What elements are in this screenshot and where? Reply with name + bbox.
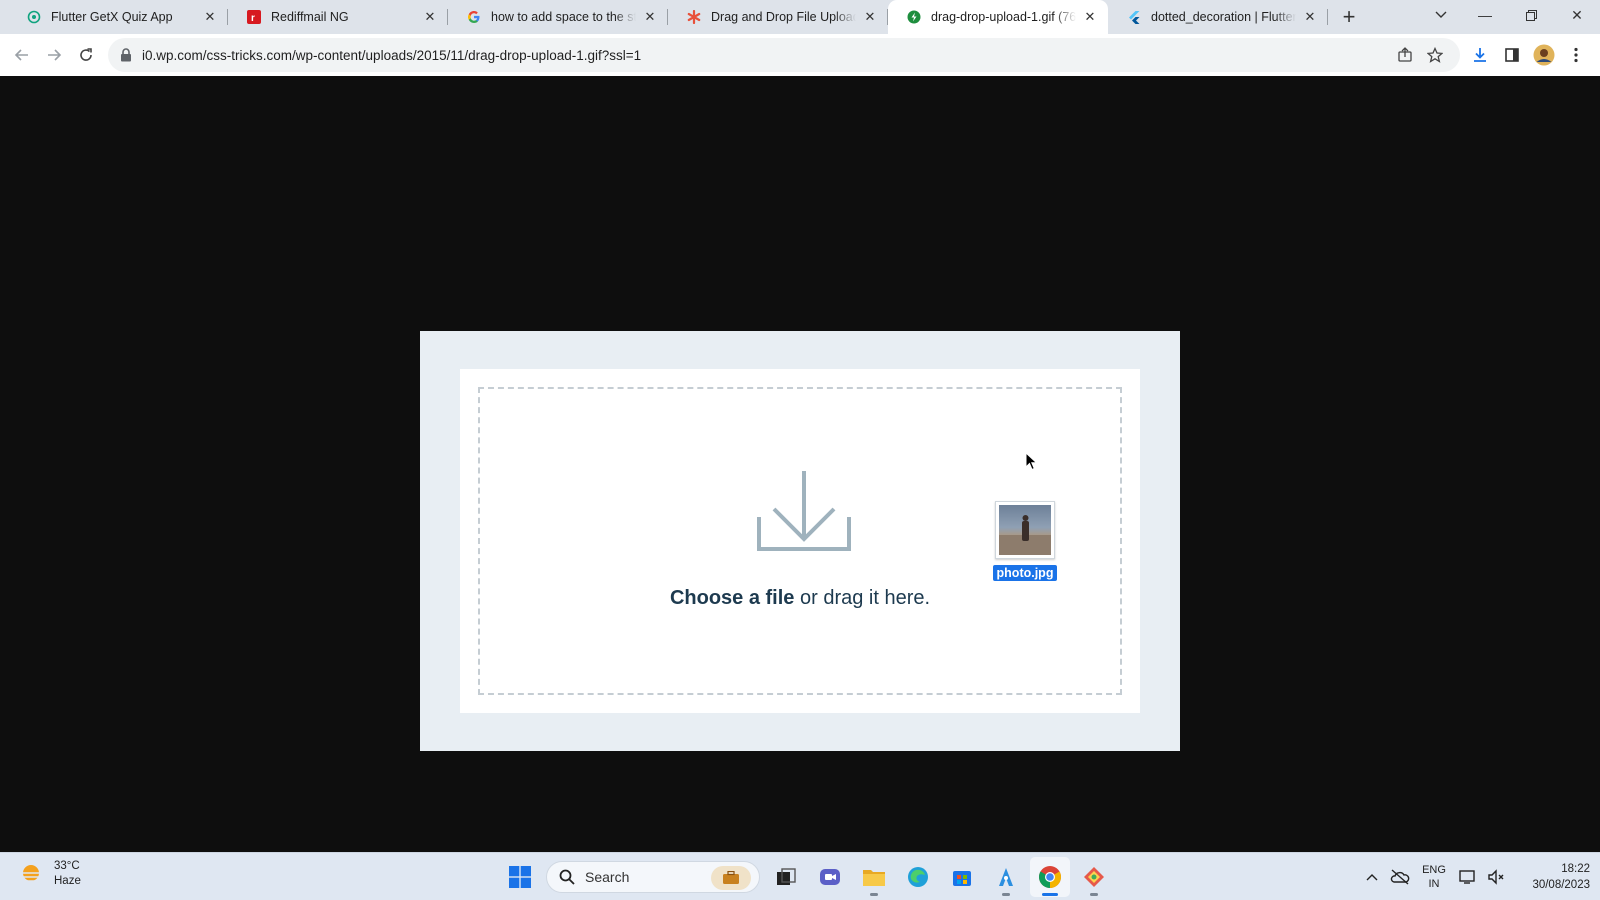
menu-kebab-icon[interactable] <box>1560 39 1592 71</box>
share-icon[interactable] <box>1390 40 1420 70</box>
download-icon[interactable] <box>1464 39 1496 71</box>
language-indicator[interactable]: ENG IN <box>1414 863 1454 891</box>
system-tray: ENG IN 18:22 30/08/2023 <box>1358 857 1590 897</box>
new-tab-button[interactable]: + <box>1332 0 1366 34</box>
tab-close-icon[interactable]: ✕ <box>1082 9 1098 25</box>
side-panel-icon[interactable] <box>1496 39 1528 71</box>
sun-haze-icon <box>21 865 41 882</box>
address-bar[interactable]: i0.wp.com/css-tricks.com/wp-content/uplo… <box>108 38 1460 72</box>
tab-google-search[interactable]: how to add space to the start ✕ <box>448 0 668 34</box>
clock-date: 30/08/2023 <box>1532 879 1590 891</box>
choose-file-link[interactable]: Choose a file <box>670 587 794 609</box>
windows-start-icon[interactable] <box>500 857 540 897</box>
gif-image: Choose a file or drag it here. photo.jpg <box>420 331 1180 751</box>
weather-desc: Haze <box>54 875 81 887</box>
tab-title: drag-drop-upload-1.gif (760× <box>931 10 1076 24</box>
tab-strip: Flutter GetX Quiz App ✕ r Rediffmail NG … <box>0 0 1600 34</box>
task-view-icon[interactable] <box>766 857 806 897</box>
network-icon[interactable] <box>1454 861 1482 893</box>
forward-button[interactable] <box>38 39 70 71</box>
profile-avatar[interactable] <box>1528 39 1560 71</box>
weather-temp: 33°C <box>54 860 80 872</box>
edge-browser-icon[interactable] <box>898 857 938 897</box>
css-tricks-icon <box>686 9 702 25</box>
drop-zone[interactable]: Choose a file or drag it here. photo.jpg <box>478 387 1122 695</box>
taskbar: 33°C Haze Search ENG IN 18:22 30/08/2023 <box>0 852 1600 900</box>
tab-close-icon[interactable]: ✕ <box>1302 9 1318 25</box>
tab-title: how to add space to the start <box>491 10 636 24</box>
tab-dotted-decoration[interactable]: dotted_decoration | Flutter Pa ✕ <box>1108 0 1328 34</box>
gitkraken-icon[interactable] <box>1074 857 1114 897</box>
taskbar-apps: Search <box>498 857 1116 897</box>
search-label: Search <box>585 869 630 885</box>
tab-drag-drop-gif[interactable]: drag-drop-upload-1.gif (760× ✕ <box>888 0 1108 34</box>
google-icon <box>466 9 482 25</box>
vscode-flutter-icon[interactable] <box>986 857 1026 897</box>
lock-icon[interactable] <box>118 47 134 63</box>
file-name-label: photo.jpg <box>992 565 1058 581</box>
flutter-icon <box>1126 9 1142 25</box>
close-window-icon[interactable]: ✕ <box>1554 0 1600 30</box>
teams-chat-icon[interactable] <box>810 857 850 897</box>
tab-title: Rediffmail NG <box>271 10 349 24</box>
taskbar-search[interactable]: Search <box>546 861 760 893</box>
tab-search-chevron-icon[interactable] <box>1426 0 1456 30</box>
onedrive-offline-icon[interactable] <box>1386 861 1414 893</box>
clock[interactable]: 18:22 30/08/2023 <box>1518 861 1590 893</box>
reload-button[interactable] <box>70 39 102 71</box>
tab-close-icon[interactable]: ✕ <box>862 9 878 25</box>
back-button[interactable] <box>6 39 38 71</box>
openai-icon <box>26 9 42 25</box>
tab-rediffmail[interactable]: r Rediffmail NG ✕ <box>228 0 448 34</box>
restore-icon[interactable] <box>1508 0 1554 30</box>
search-icon <box>559 869 575 885</box>
svg-text:r: r <box>251 13 255 24</box>
chevron-up-icon[interactable] <box>1358 861 1386 893</box>
tab-close-icon[interactable]: ✕ <box>422 9 438 25</box>
weather-widget[interactable]: 33°C Haze <box>18 859 81 889</box>
mouse-cursor-icon <box>1025 452 1038 471</box>
tab-css-tricks[interactable]: Drag and Drop File Uploading ✕ <box>668 0 888 34</box>
loading-icon <box>906 9 922 25</box>
browser-toolbar: i0.wp.com/css-tricks.com/wp-content/uplo… <box>0 34 1600 76</box>
tab-title: Drag and Drop File Uploading <box>711 10 856 24</box>
tab-flutter-getx-quiz[interactable]: Flutter GetX Quiz App ✕ <box>8 0 228 34</box>
ms-store-icon[interactable] <box>942 857 982 897</box>
url-text[interactable]: i0.wp.com/css-tricks.com/wp-content/uplo… <box>142 48 1390 63</box>
file-explorer-icon[interactable] <box>854 857 894 897</box>
drop-instructions: Choose a file or drag it here. <box>480 587 1120 610</box>
tab-title: Flutter GetX Quiz App <box>51 10 173 24</box>
briefcase-icon <box>711 866 751 890</box>
tab-close-icon[interactable]: ✕ <box>642 9 658 25</box>
drag-hint-text: or drag it here. <box>794 587 931 609</box>
clock-time: 18:22 <box>1561 863 1590 875</box>
chrome-browser-icon[interactable] <box>1030 857 1070 897</box>
upload-box: Choose a file or drag it here. photo.jpg <box>460 369 1140 713</box>
tab-close-icon[interactable]: ✕ <box>202 9 218 25</box>
bookmark-star-icon[interactable] <box>1420 40 1450 70</box>
tab-title: dotted_decoration | Flutter Pa <box>1151 10 1296 24</box>
page-viewport: Choose a file or drag it here. photo.jpg <box>0 76 1600 852</box>
toolbar-actions <box>1464 39 1592 71</box>
minimize-icon[interactable]: — <box>1462 0 1508 30</box>
photo-thumbnail <box>995 501 1055 559</box>
dragged-file[interactable]: photo.jpg <box>992 501 1058 582</box>
window-controls: — ✕ <box>1462 0 1600 30</box>
rediff-icon: r <box>246 9 262 25</box>
volume-muted-icon[interactable] <box>1482 861 1510 893</box>
download-arrow-icon <box>757 471 851 551</box>
